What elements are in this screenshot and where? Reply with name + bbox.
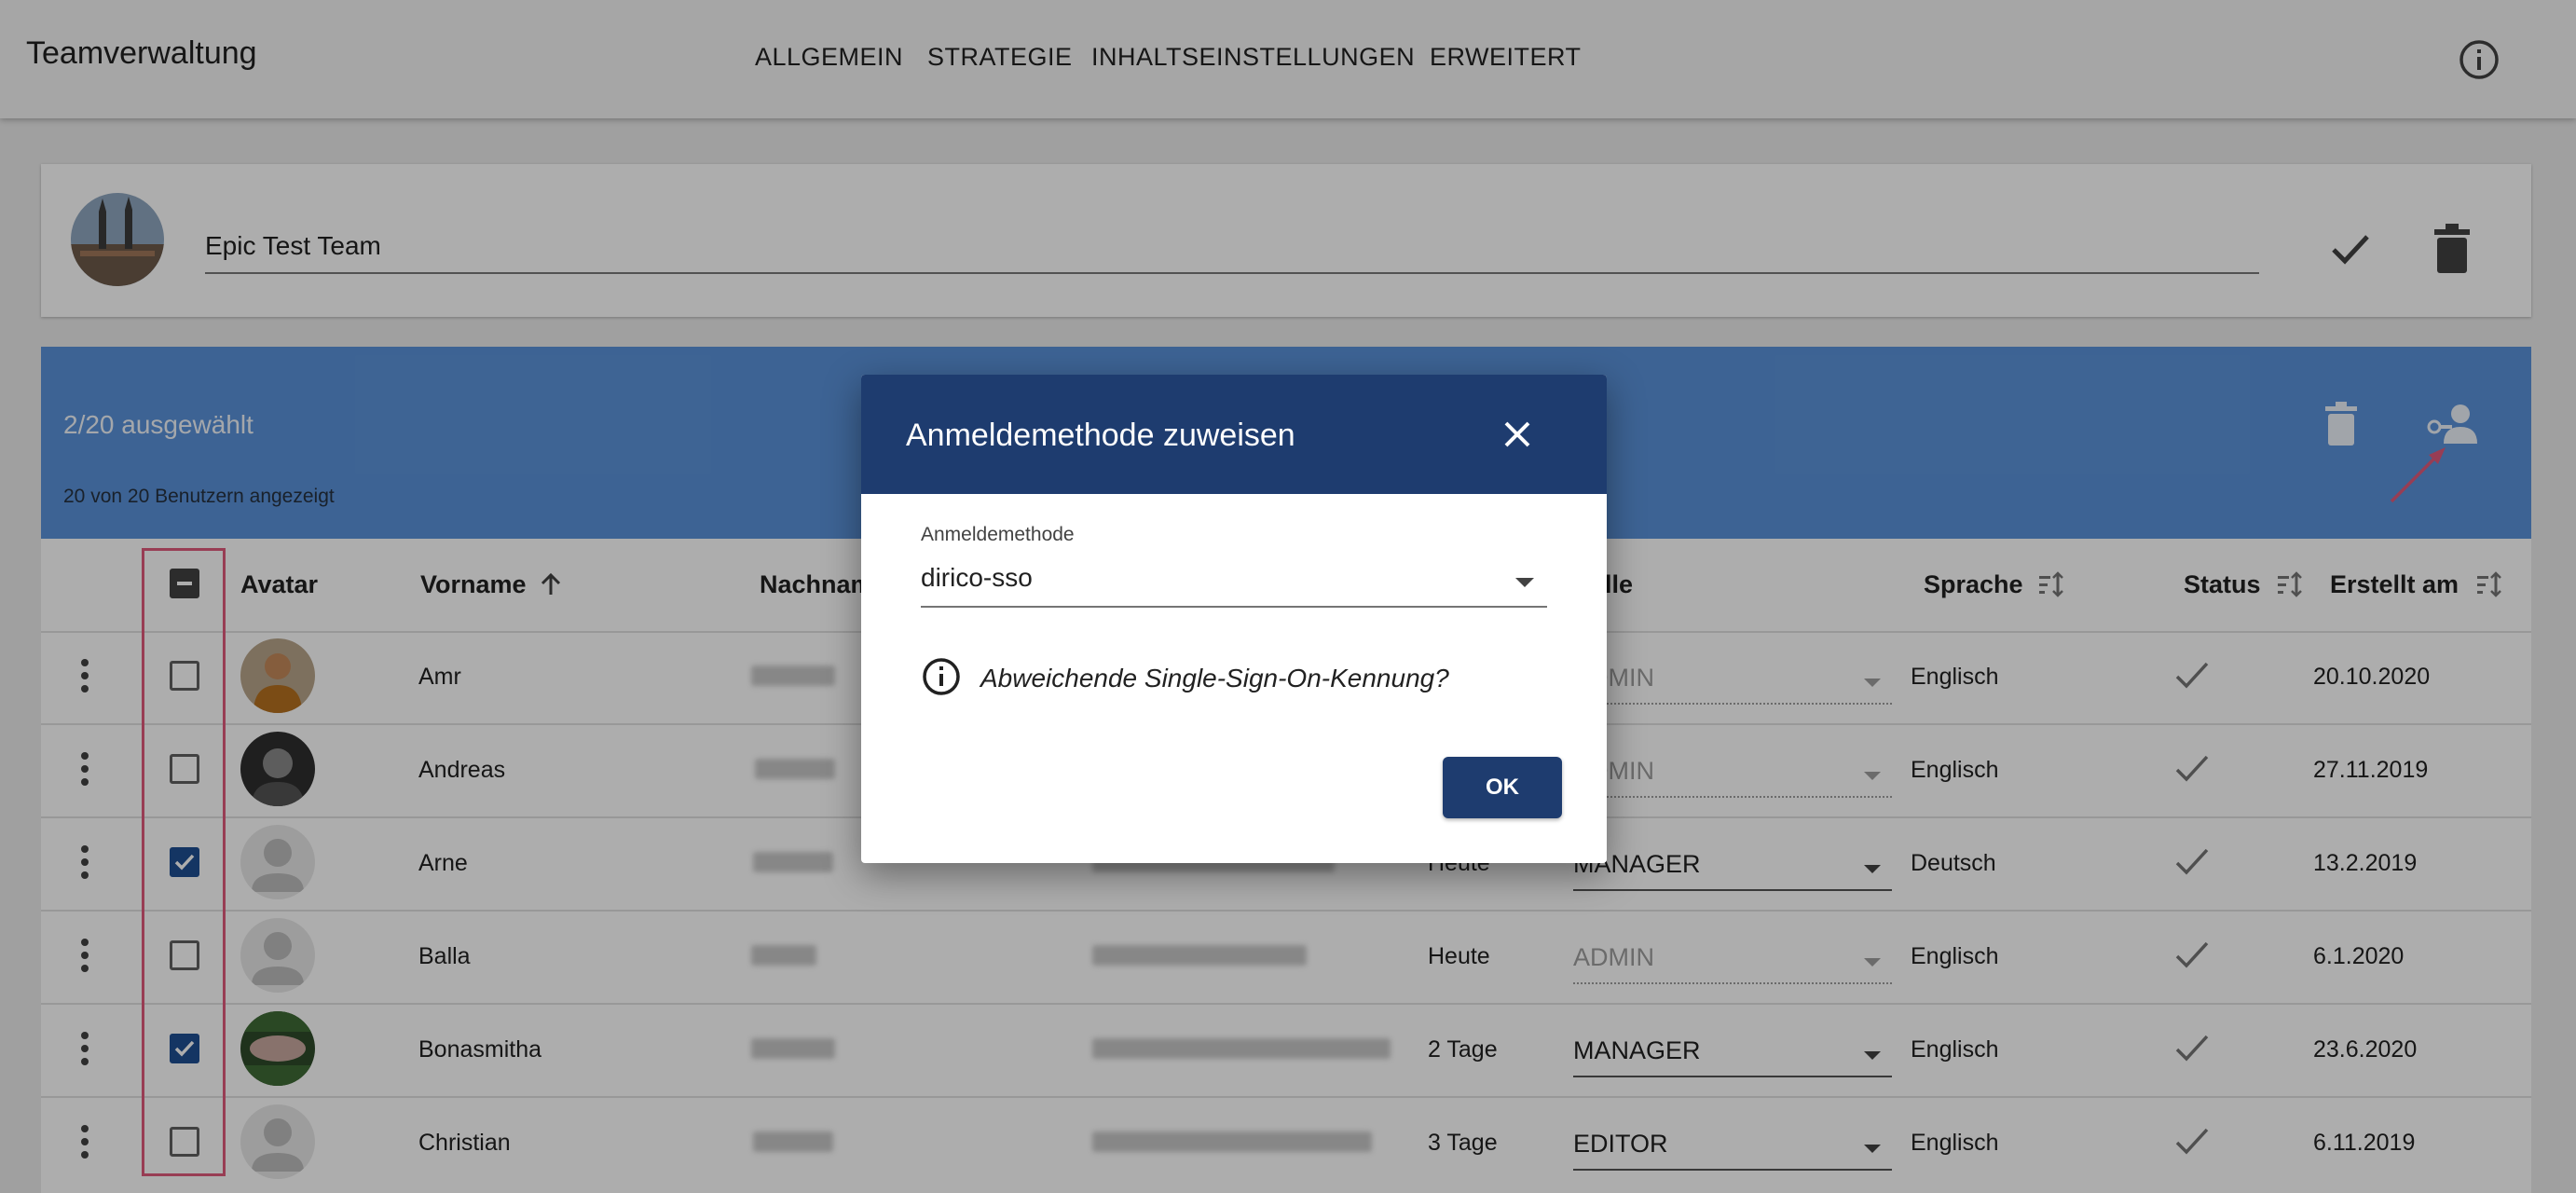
chevron-down-icon[interactable] [1515, 578, 1534, 587]
close-icon[interactable] [1499, 416, 1536, 453]
sso-id-hint[interactable]: Abweichende Single-Sign-On-Kennung? [980, 664, 1449, 693]
info-icon[interactable] [921, 656, 962, 697]
login-method-label: Anmeldemethode [921, 524, 1075, 545]
ok-button[interactable]: OK [1443, 757, 1562, 818]
login-method-select[interactable]: dirico-sso [921, 563, 1033, 593]
login-method-underline [921, 606, 1547, 608]
assign-login-method-dialog: Anmeldemethode zuweisen Anmeldemethode d… [861, 375, 1607, 863]
dialog-title: Anmeldemethode zuweisen [906, 418, 1295, 453]
